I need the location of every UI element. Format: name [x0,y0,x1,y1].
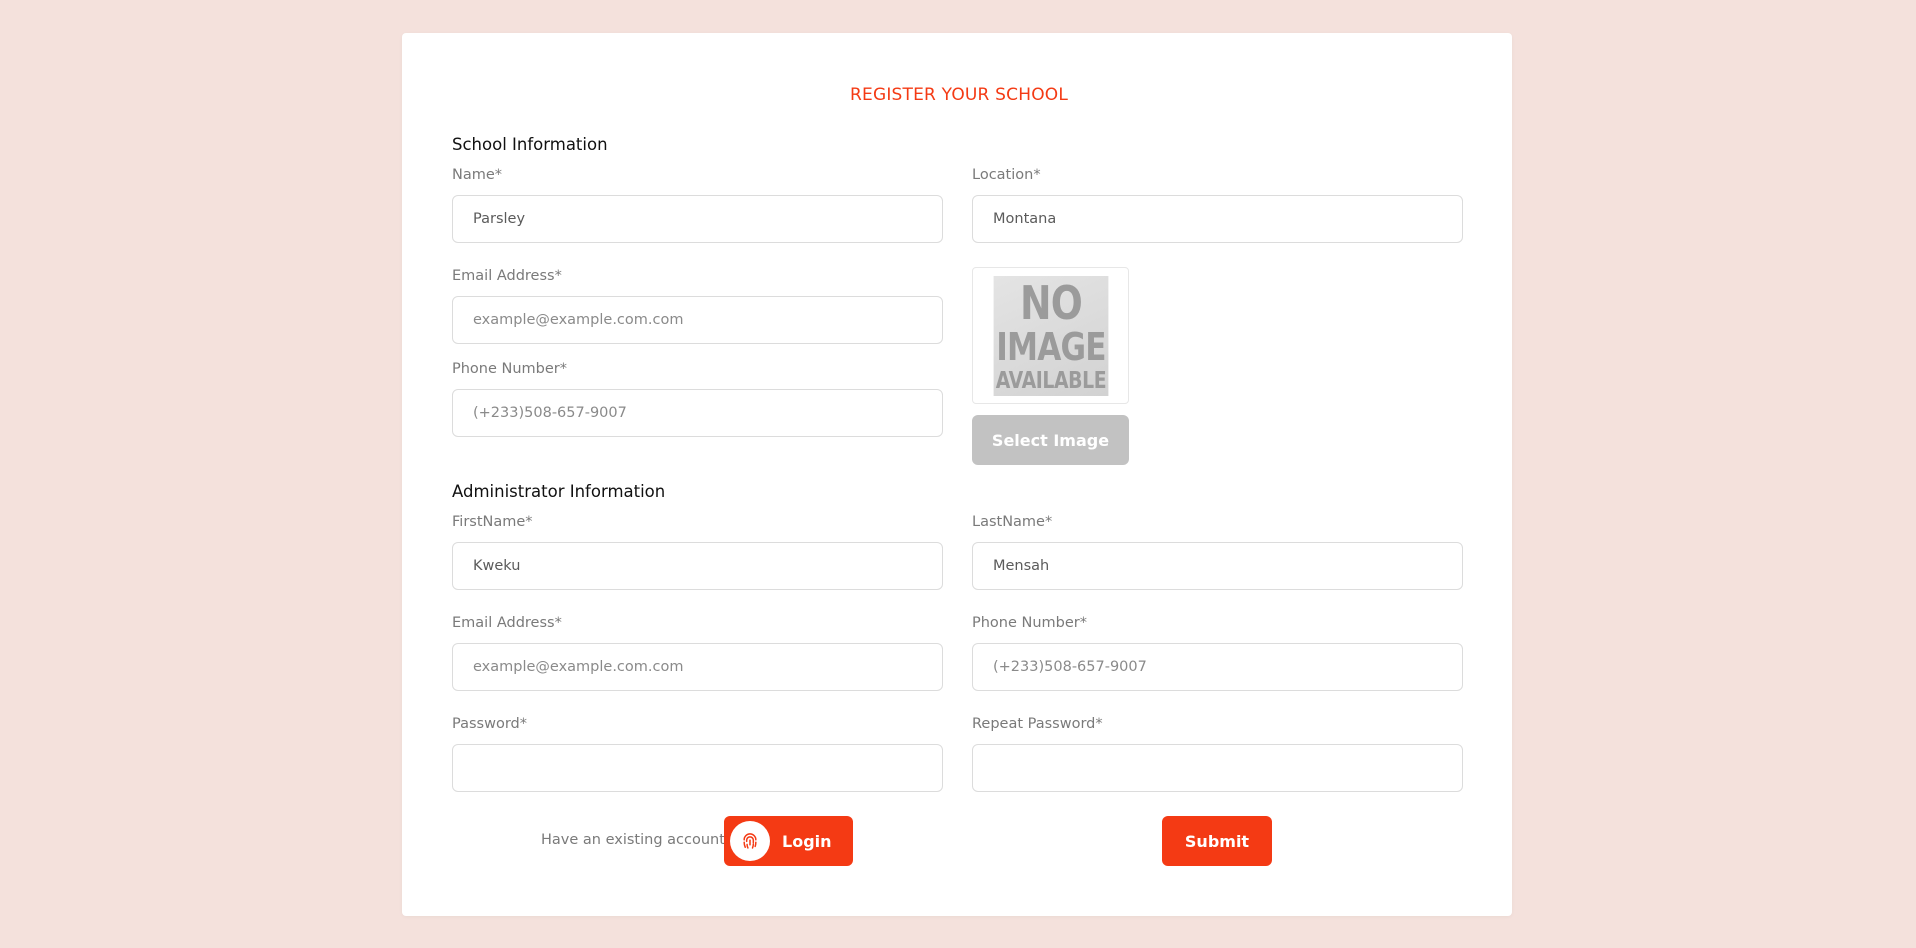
password-label: Password* [452,716,527,732]
school-email-label: Email Address* [452,268,562,284]
admin-phone-input[interactable] [972,643,1463,691]
admin-email-input[interactable] [452,643,943,691]
page-title: REGISTER YOUR SCHOOL [850,85,1069,105]
login-label: Login [782,831,832,851]
password-input[interactable] [452,744,943,792]
school-location-input[interactable] [972,195,1463,243]
school-phone-input[interactable] [452,389,943,437]
admin-email-label: Email Address* [452,615,562,631]
no-image-text-line1: NO [1019,275,1083,330]
login-button[interactable]: Login [724,816,853,866]
school-email-input[interactable] [452,296,943,344]
repeat-password-input[interactable] [972,744,1463,792]
fingerprint-icon [730,821,770,861]
school-information-heading: School Information [452,135,608,154]
school-location-label: Location* [972,167,1041,183]
submit-button[interactable]: Submit [1162,816,1272,866]
school-phone-label: Phone Number* [452,361,568,377]
no-image-placeholder: NO IMAGE AVAILABLE [993,275,1109,396]
administrator-information-heading: Administrator Information [452,482,666,501]
select-image-button[interactable]: Select Image [972,415,1129,465]
first-name-label: FirstName* [452,514,533,530]
school-name-label: Name* [452,167,503,183]
last-name-label: LastName* [972,514,1053,530]
existing-account-text: Have an existing account, [541,832,730,848]
repeat-password-label: Repeat Password* [972,716,1103,732]
first-name-input[interactable] [452,542,943,590]
no-image-text-line2: IMAGE [996,324,1106,369]
school-name-input[interactable] [452,195,943,243]
admin-phone-label: Phone Number* [972,615,1088,631]
school-image-preview: NO IMAGE AVAILABLE [972,267,1129,404]
no-image-text-line3: AVAILABLE [995,367,1107,394]
last-name-input[interactable] [972,542,1463,590]
